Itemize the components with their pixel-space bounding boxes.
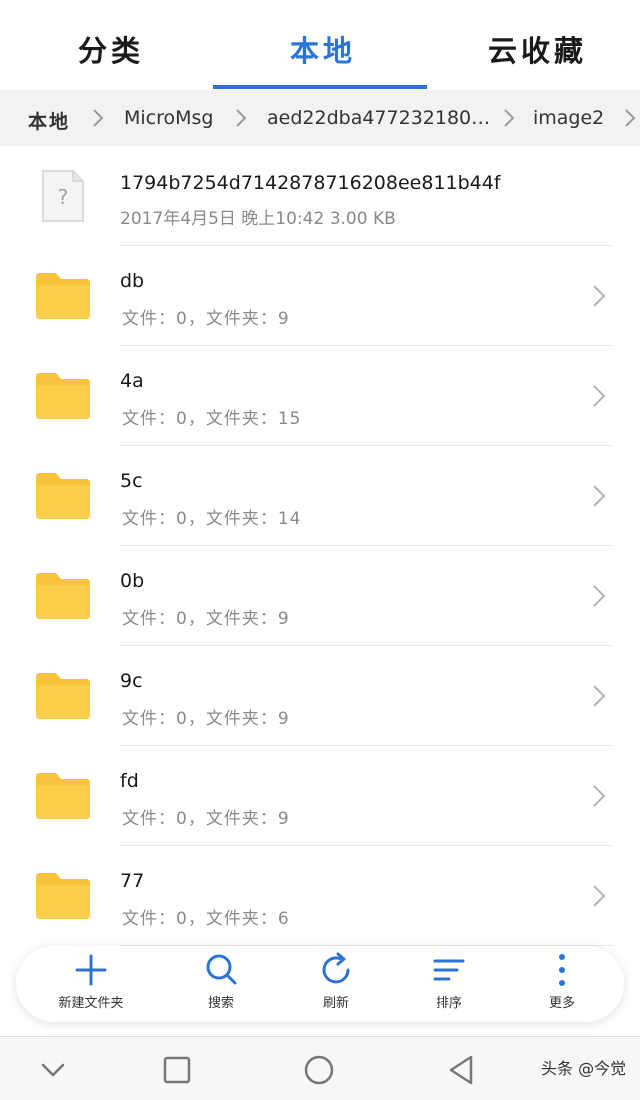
chevron-right-icon — [592, 384, 606, 408]
bottom-toolbar: 新建文件夹 搜索 刷新 排序 更多 — [16, 946, 624, 1022]
chevron-right-icon — [235, 108, 247, 128]
chevron-right-icon — [592, 284, 606, 308]
sort-button[interactable]: 排序 — [399, 952, 499, 1018]
list-item-folder[interactable]: db 文件：0，文件夹：9 — [0, 246, 640, 346]
recent-apps-icon[interactable] — [160, 1053, 194, 1087]
folder-meta: 文件：0，文件夹：6 — [122, 909, 290, 929]
folder-meta: 文件：0，文件夹：9 — [122, 809, 290, 829]
home-icon[interactable] — [302, 1053, 336, 1087]
chevron-right-icon — [592, 684, 606, 708]
chevron-right-icon — [592, 584, 606, 608]
chevron-right-icon — [92, 108, 104, 128]
file-name: 1794b7254d7142878716208ee811b44f — [120, 172, 501, 194]
tab-cloud-favorites[interactable]: 云收藏 — [488, 28, 587, 70]
more-vertical-icon — [559, 954, 565, 986]
more-button[interactable]: 更多 — [512, 952, 612, 1018]
folder-meta: 文件：0，文件夹：9 — [122, 709, 290, 729]
system-nav-bar: 头条 @今觉 — [0, 1036, 640, 1100]
folder-icon — [34, 471, 92, 521]
tab-local[interactable]: 本地 — [290, 28, 356, 70]
list-item-folder[interactable]: 4a 文件：0，文件夹：15 — [0, 346, 640, 446]
search-label: 搜索 — [207, 996, 234, 1011]
chevron-right-icon — [592, 484, 606, 508]
folder-meta: 文件：0，文件夹：14 — [122, 509, 302, 529]
sort-icon — [433, 959, 465, 981]
sort-label: 排序 — [435, 996, 462, 1011]
search-icon — [206, 954, 237, 985]
chevron-right-icon — [592, 884, 606, 908]
folder-name: 5c — [120, 470, 143, 492]
breadcrumb-item-local[interactable]: 本地 — [28, 107, 70, 134]
folder-name: fd — [120, 770, 139, 792]
folder-name: 4a — [120, 370, 144, 392]
tab-bar: 分类 本地 云收藏 — [0, 0, 640, 90]
list-item-folder[interactable]: 0b 文件：0，文件夹：9 — [0, 546, 640, 646]
folder-meta: 文件：0，文件夹：9 — [122, 309, 290, 329]
folder-name: 9c — [120, 670, 143, 692]
breadcrumb-item-micromsg[interactable]: MicroMsg — [124, 107, 214, 129]
breadcrumb-item-image2[interactable]: image2 — [533, 107, 604, 129]
folder-icon — [34, 571, 92, 621]
new-folder-label: 新建文件夹 — [58, 996, 124, 1011]
list-item-folder[interactable]: fd 文件：0，文件夹：9 — [0, 746, 640, 846]
plus-icon — [75, 954, 107, 986]
list-item-folder[interactable]: 77 文件：0，文件夹：6 — [0, 846, 640, 946]
more-label: 更多 — [548, 996, 575, 1011]
svg-text:?: ? — [58, 185, 69, 209]
back-icon[interactable] — [444, 1053, 478, 1087]
refresh-button[interactable]: 刷新 — [286, 952, 386, 1018]
unknown-file-icon: ? — [40, 168, 86, 224]
list-item-folder[interactable]: 9c 文件：0，文件夹：9 — [0, 646, 640, 746]
chevron-right-icon — [624, 108, 636, 128]
folder-meta: 文件：0，文件夹：9 — [122, 609, 290, 629]
folder-icon — [34, 371, 92, 421]
breadcrumb-item-user-folder[interactable]: aed22dba477232180… — [267, 107, 490, 129]
folder-name: 0b — [120, 570, 145, 592]
chevron-right-icon — [592, 784, 606, 808]
tab-classify[interactable]: 分类 — [78, 28, 144, 70]
folder-icon — [34, 671, 92, 721]
folder-name: 77 — [120, 870, 145, 892]
new-folder-button[interactable]: 新建文件夹 — [41, 952, 141, 1018]
list-item-folder[interactable]: 5c 文件：0，文件夹：14 — [0, 446, 640, 546]
file-meta: 2017年4月5日 晚上10:42 3.00 KB — [120, 209, 396, 229]
list-item-file[interactable]: ? 1794b7254d7142878716208ee811b44f 2017年… — [0, 146, 640, 246]
watermark: 头条 @今觉 — [541, 1059, 627, 1078]
search-button[interactable]: 搜索 — [171, 952, 271, 1018]
folder-icon — [34, 771, 92, 821]
folder-meta: 文件：0，文件夹：15 — [122, 409, 302, 429]
active-tab-indicator — [213, 85, 427, 89]
refresh-icon — [322, 952, 350, 984]
breadcrumb: 本地 MicroMsg aed22dba477232180… image2 — [0, 90, 640, 146]
folder-name: db — [120, 270, 145, 292]
refresh-label: 刷新 — [322, 996, 349, 1011]
chevron-down-icon[interactable] — [36, 1053, 70, 1087]
folder-icon — [34, 271, 92, 321]
folder-icon — [34, 871, 92, 921]
chevron-right-icon — [503, 108, 515, 128]
